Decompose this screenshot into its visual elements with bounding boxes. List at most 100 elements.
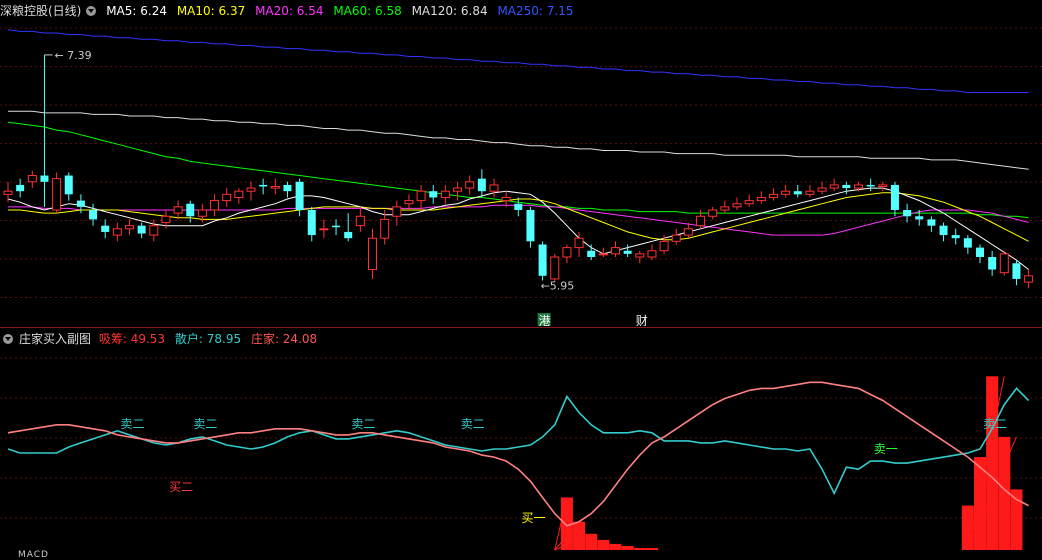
low-label: ←5.95 <box>541 280 575 293</box>
candle-body <box>295 181 304 210</box>
ma60-label: MA60: 6.58 <box>333 4 402 18</box>
candle-body <box>514 203 523 210</box>
candle-body <box>878 184 888 188</box>
signal-label: 卖二 <box>193 417 217 431</box>
candle-body <box>842 184 851 189</box>
candle-body <box>234 190 244 198</box>
zhuangjia-label: 庄家: 24.08 <box>250 332 318 346</box>
candle-body <box>903 210 912 217</box>
candle-body <box>501 196 511 202</box>
candle-body <box>453 187 463 192</box>
next-indicator-label: MACD <box>18 550 49 560</box>
candle-body <box>866 184 875 187</box>
signal-label: 卖一 <box>874 442 898 456</box>
candle-body <box>538 244 547 276</box>
next-indicator-strip[interactable]: MACD <box>0 550 1042 560</box>
candle-body <box>732 203 742 208</box>
ma120-label: MA120: 6.84 <box>411 4 488 18</box>
candle-body <box>587 250 596 257</box>
xichou-bar <box>621 545 634 550</box>
candle-body <box>186 203 195 217</box>
candle-body <box>465 181 475 189</box>
candle-body <box>768 193 778 198</box>
candle-body <box>161 215 171 224</box>
candle-body <box>440 190 450 198</box>
candle-body <box>392 206 402 217</box>
candle-body <box>611 247 620 255</box>
candle-body <box>890 184 899 210</box>
candle-body <box>805 190 815 195</box>
xichou-bar <box>633 547 646 550</box>
candle-body <box>550 256 560 280</box>
candle-body <box>283 184 292 192</box>
candle-body <box>720 206 730 211</box>
candle-body <box>319 228 329 231</box>
candle-body <box>963 238 972 248</box>
candle-body <box>332 225 341 228</box>
candle-body <box>197 209 207 217</box>
candle-body <box>635 253 645 258</box>
candle-body <box>222 193 232 202</box>
candle-body <box>659 240 669 252</box>
signal-label: 卖二 <box>983 417 1007 431</box>
candle-body <box>210 200 220 211</box>
candle-body <box>429 191 438 198</box>
candle-body <box>744 200 754 205</box>
candle-body <box>817 187 827 192</box>
candle-body <box>3 190 13 195</box>
candle-body <box>574 237 584 249</box>
event-marker: 财 <box>636 314 648 326</box>
candle-body <box>477 178 486 192</box>
candle-body <box>988 257 997 270</box>
candle-body <box>137 225 146 234</box>
candle-body <box>915 216 924 220</box>
signal-label: 买一 <box>521 511 545 525</box>
collapse-icon[interactable] <box>86 6 97 16</box>
candle-body <box>64 175 73 195</box>
candle-body <box>52 178 62 211</box>
candle-body <box>696 215 706 227</box>
high-label: ← 7.39 <box>54 49 91 62</box>
candle-body <box>76 200 85 207</box>
candle-body <box>927 219 936 226</box>
indicator-pane[interactable]: 庄家买入副图 吸筹: 49.53 散户: 78.95 庄家: 24.08 卖二卖… <box>0 328 1042 552</box>
candle-body <box>683 228 693 236</box>
candle-body <box>270 186 280 189</box>
candle-body <box>368 237 377 271</box>
signal-label: 卖二 <box>461 417 485 431</box>
candle-body <box>999 253 1009 274</box>
indicator-title: 庄家买入副图 <box>19 332 92 346</box>
candle-body <box>101 225 110 232</box>
candle-body <box>526 210 535 242</box>
candle-body <box>829 184 839 189</box>
price-chart-pane[interactable]: 深粮控股(日线) MA5: 6.24 MA10: 6.37 MA20: 6.54… <box>0 0 1042 326</box>
candle-body <box>89 210 98 220</box>
candle-body <box>598 253 608 256</box>
candle-body <box>40 175 49 182</box>
xichou-bar <box>585 533 598 550</box>
candle-body <box>939 225 948 236</box>
candle-body <box>355 215 365 227</box>
candle-body <box>112 228 122 236</box>
candle-body <box>416 190 426 202</box>
stock-title: 深粮控股(日线) <box>0 4 82 18</box>
ma10-label: MA10: 6.37 <box>176 4 246 18</box>
ma250-line <box>7 29 1029 93</box>
candle-body <box>307 210 316 236</box>
collapse-icon[interactable] <box>3 334 13 344</box>
xichou-bar <box>597 539 610 550</box>
indicator-canvas: 卖二 卖二 卖二 卖二 卖二卖一买二买一 <box>0 357 1042 551</box>
candle-body <box>246 187 256 192</box>
candle-body <box>1024 275 1034 283</box>
signal-label: 卖二 <box>351 417 375 431</box>
xichou-bar <box>609 543 622 550</box>
candle-body <box>173 206 183 214</box>
ma20-label: MA20: 6.54 <box>255 4 324 18</box>
ma250-label: MA250: 7.15 <box>497 4 574 18</box>
xichou-bar <box>645 547 658 550</box>
signal-label: 买二 <box>169 480 193 494</box>
candle-body <box>671 234 681 242</box>
candle-body <box>951 235 960 239</box>
candle-body <box>125 225 134 230</box>
candle-body <box>854 184 863 189</box>
